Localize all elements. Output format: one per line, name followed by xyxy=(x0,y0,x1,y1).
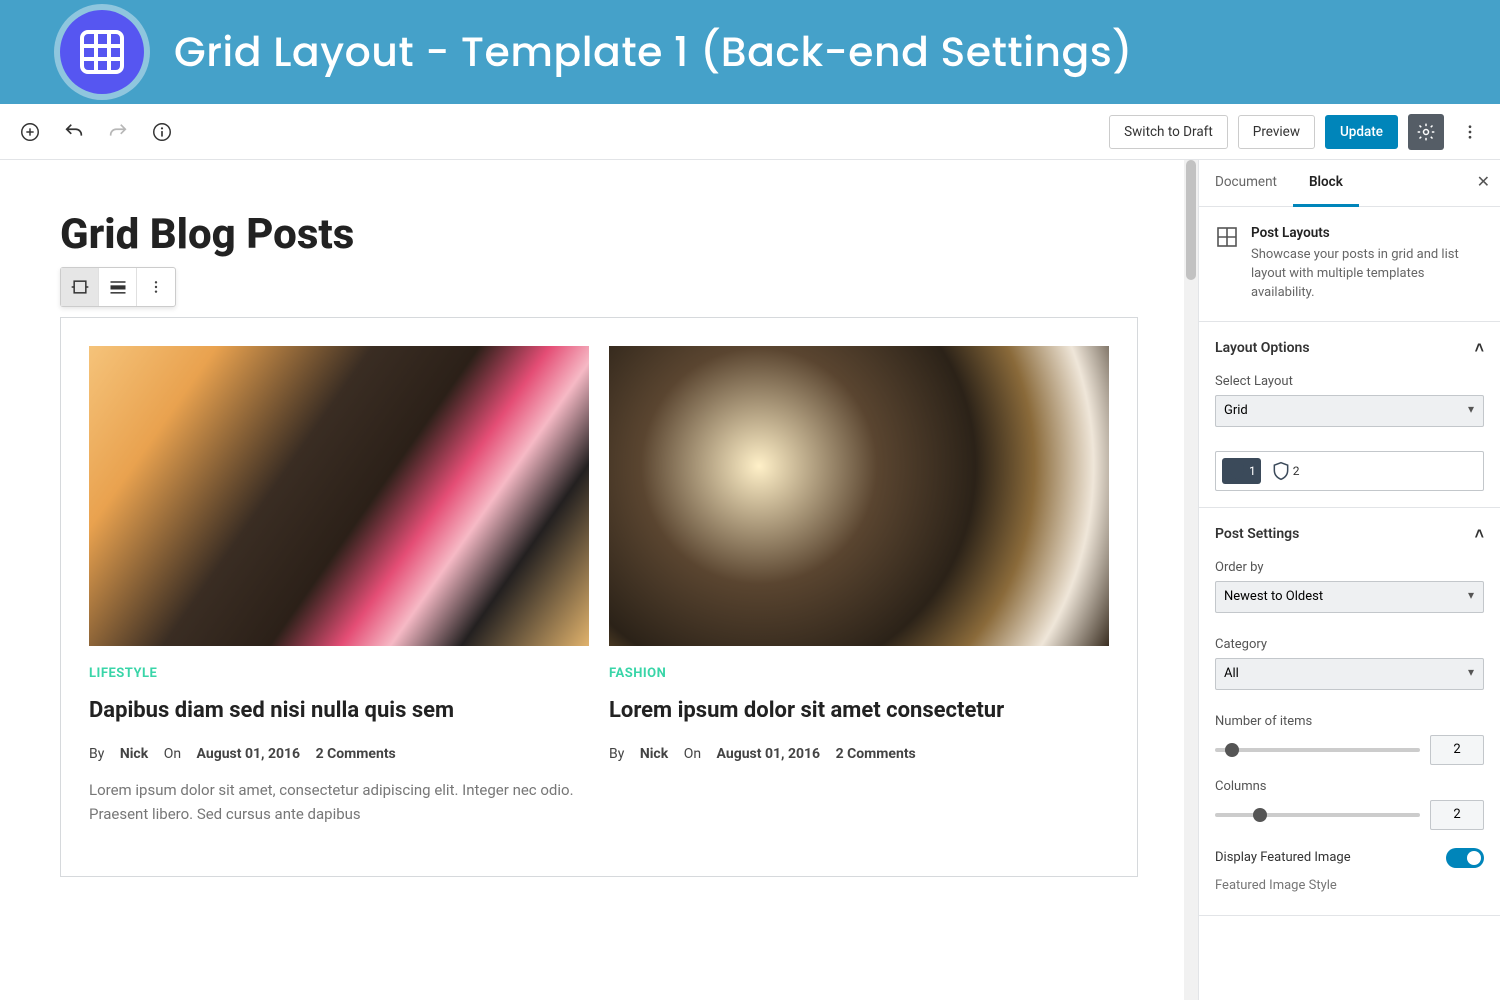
block-description: Showcase your posts in grid and list lay… xyxy=(1251,246,1484,303)
layout-icon xyxy=(1215,225,1239,303)
post-meta: By Nick On August 01, 2016 2 Comments xyxy=(89,746,589,762)
align-full-button[interactable] xyxy=(99,268,137,306)
post-card: FASHION Lorem ipsum dolor sit amet conse… xyxy=(609,346,1109,826)
post-featured-image xyxy=(609,346,1109,646)
post-category[interactable]: LIFESTYLE xyxy=(89,666,589,681)
category-dropdown[interactable] xyxy=(1215,658,1484,690)
post-excerpt: Lorem ipsum dolor sit amet, consectetur … xyxy=(89,778,589,826)
order-by-label: Order by xyxy=(1215,560,1484,575)
num-items-slider[interactable] xyxy=(1215,748,1420,752)
canvas-scrollbar[interactable] xyxy=(1184,160,1198,1000)
preview-button[interactable]: Preview xyxy=(1238,115,1315,149)
category-label: Category xyxy=(1215,637,1484,652)
more-menu-button[interactable] xyxy=(1454,116,1486,148)
editor-main: Grid Blog Posts LIFESTYLE Dapibus diam s… xyxy=(0,160,1500,1000)
order-by-dropdown[interactable] xyxy=(1215,581,1484,613)
layout-options-header[interactable]: Layout Options˄ xyxy=(1199,322,1500,374)
add-block-button[interactable] xyxy=(14,116,46,148)
chevron-up-icon: ˄ xyxy=(1475,524,1484,544)
post-card: LIFESTYLE Dapibus diam sed nisi nulla qu… xyxy=(89,346,589,826)
info-button[interactable] xyxy=(146,116,178,148)
page-title[interactable]: Grid Blog Posts xyxy=(60,210,1138,259)
block-info-panel: Post Layouts Showcase your posts in grid… xyxy=(1199,207,1500,322)
sidebar-tabs: Document Block ✕ xyxy=(1199,160,1500,207)
block-toolbar xyxy=(60,267,176,307)
display-featured-label: Display Featured Image xyxy=(1215,850,1351,865)
redo-button[interactable] xyxy=(102,116,134,148)
settings-gear-button[interactable] xyxy=(1408,114,1444,150)
banner-title: Grid Layout - Template 1 (Back-end Setti… xyxy=(174,22,1133,83)
post-layouts-block[interactable]: LIFESTYLE Dapibus diam sed nisi nulla qu… xyxy=(60,317,1138,877)
select-layout-dropdown[interactable] xyxy=(1215,395,1484,427)
banner: Grid Layout - Template 1 (Back-end Setti… xyxy=(0,0,1500,104)
post-featured-image xyxy=(89,346,589,646)
block-more-button[interactable] xyxy=(137,268,175,306)
featured-style-label: Featured Image Style xyxy=(1215,878,1484,893)
post-settings-panel: Post Settings˄ Order by Category Number … xyxy=(1199,508,1500,916)
chevron-up-icon: ˄ xyxy=(1475,338,1484,358)
num-items-label: Number of items xyxy=(1215,714,1484,729)
undo-button[interactable] xyxy=(58,116,90,148)
template-option-1[interactable]: 1 xyxy=(1222,458,1261,484)
post-title: Dapibus diam sed nisi nulla quis sem xyxy=(89,697,589,726)
editor-topbar: Switch to Draft Preview Update xyxy=(0,104,1500,160)
align-wide-button[interactable] xyxy=(61,268,99,306)
post-meta: By Nick On August 01, 2016 2 Comments xyxy=(609,746,1109,762)
grid-logo-icon xyxy=(60,10,144,94)
columns-input[interactable] xyxy=(1430,800,1484,830)
editor-canvas[interactable]: Grid Blog Posts LIFESTYLE Dapibus diam s… xyxy=(0,160,1198,1000)
post-title: Lorem ipsum dolor sit amet consectetur xyxy=(609,697,1109,726)
num-items-input[interactable] xyxy=(1430,735,1484,765)
post-settings-header[interactable]: Post Settings˄ xyxy=(1199,508,1500,560)
layout-options-panel: Layout Options˄ Select Layout 1 2 xyxy=(1199,322,1500,508)
template-selector: 1 2 xyxy=(1215,451,1484,491)
update-button[interactable]: Update xyxy=(1325,115,1398,149)
tab-block[interactable]: Block xyxy=(1293,160,1359,207)
columns-slider[interactable] xyxy=(1215,813,1420,817)
settings-sidebar: Document Block ✕ Post Layouts Showcase y… xyxy=(1198,160,1500,1000)
tab-document[interactable]: Document xyxy=(1199,160,1293,206)
close-sidebar-button[interactable]: ✕ xyxy=(1477,172,1490,191)
template-option-2[interactable]: 2 xyxy=(1271,458,1300,484)
post-category[interactable]: FASHION xyxy=(609,666,1109,681)
columns-label: Columns xyxy=(1215,779,1484,794)
select-layout-label: Select Layout xyxy=(1215,374,1484,389)
block-name: Post Layouts xyxy=(1251,225,1484,241)
display-featured-toggle[interactable] xyxy=(1446,848,1484,868)
switch-to-draft-button[interactable]: Switch to Draft xyxy=(1109,115,1228,149)
